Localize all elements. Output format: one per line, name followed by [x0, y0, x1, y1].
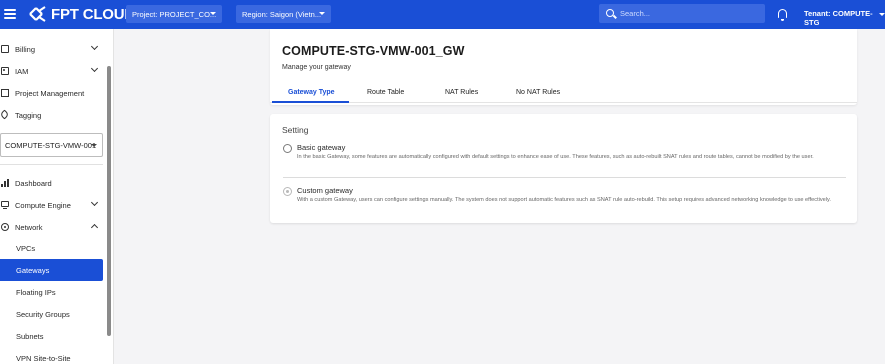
chevron-down-icon — [91, 144, 97, 147]
sidebar-item-gateways[interactable]: Gateways — [0, 259, 103, 281]
sidebar-divider — [0, 164, 103, 165]
fpt-logo-icon — [29, 6, 46, 22]
basic-gateway-radio[interactable] — [283, 144, 292, 153]
sidebar-item-floating-ips[interactable]: Floating IPs — [0, 281, 103, 303]
project-select-label: Project: PROJECT_CO... — [132, 9, 217, 19]
page-subtitle: Manage your gateway — [282, 64, 351, 71]
sidebar-item-dashboard[interactable]: Dashboard — [0, 173, 103, 193]
tab-no-nat-rules[interactable]: No NAT Rules — [516, 89, 560, 96]
tab-bar: Gateway Type Route Table NAT Rules No NA… — [270, 81, 857, 103]
sidebar-item-vpcs[interactable]: VPCs — [0, 237, 103, 259]
billing-icon — [1, 45, 9, 53]
brand-logo[interactable]: FPT CLOUD — [28, 5, 135, 23]
sidebar-item-label: Subnets — [16, 332, 44, 341]
chevron-down-icon — [90, 42, 99, 51]
search-box[interactable] — [599, 4, 765, 23]
sidebar-item-security-groups[interactable]: Security Groups — [0, 303, 103, 325]
option-basic-gateway[interactable]: Basic gateway In the basic Gateway, some… — [283, 142, 848, 176]
search-input[interactable] — [620, 7, 760, 20]
search-icon — [606, 9, 614, 17]
page-title: COMPUTE-STG-VMW-001_GW — [282, 44, 465, 58]
option-description: With a custom Gateway, users can configu… — [297, 197, 831, 203]
gateway-header-card: COMPUTE-STG-VMW-001_GW Manage your gatew… — [270, 29, 857, 105]
chevron-down-icon — [90, 64, 99, 73]
sidebar: Billing IAM Project Management Tagging C… — [0, 29, 114, 364]
project-selector-label: COMPUTE-STG-VMW-001 — [5, 141, 97, 150]
chevron-up-icon — [90, 223, 99, 232]
chevron-down-icon — [319, 12, 325, 15]
option-description: In the basic Gateway, some features are … — [297, 154, 814, 160]
setting-title: Setting — [282, 125, 309, 135]
sidebar-item-label: Tagging — [15, 111, 42, 120]
custom-gateway-radio[interactable] — [283, 187, 292, 196]
sidebar-item-tagging[interactable]: Tagging — [0, 105, 103, 125]
sidebar-item-label: Floating IPs — [16, 288, 56, 297]
option-title: Custom gateway — [297, 186, 353, 195]
brand-name: FPT CLOUD — [51, 5, 136, 23]
sidebar-item-vpn-site-to-site[interactable]: VPN Site-to-Site — [0, 347, 103, 364]
sidebar-item-label: Dashboard — [15, 179, 52, 188]
region-select-label: Region: Saigon (Vietn... — [242, 9, 322, 19]
sidebar-item-label: Network — [15, 223, 43, 232]
tab-gateway-type[interactable]: Gateway Type — [288, 89, 335, 96]
sidebar-item-label: Project Management — [15, 89, 85, 98]
compute-icon — [1, 201, 9, 210]
tenant-selector[interactable]: Tenant: COMPUTE-STG — [804, 9, 885, 27]
sidebar-item-project-management[interactable]: Project Management — [0, 83, 103, 103]
sidebar-item-billing[interactable]: Billing — [0, 39, 103, 59]
sidebar-item-compute-engine[interactable]: Compute Engine — [0, 195, 103, 215]
active-tab-indicator — [272, 101, 349, 103]
sidebar-item-label: Security Groups — [16, 310, 70, 319]
chevron-down-icon[interactable] — [879, 13, 885, 16]
sidebar-item-label: Compute Engine — [15, 201, 71, 210]
sidebar-item-subnets[interactable]: Subnets — [0, 325, 103, 347]
option-title: Basic gateway — [297, 143, 346, 152]
setting-card: Setting Basic gateway In the basic Gatew… — [270, 114, 857, 223]
tab-nat-rules[interactable]: NAT Rules — [445, 89, 478, 96]
project-select[interactable]: Project: PROJECT_CO... — [126, 5, 222, 23]
sidebar-scrollbar[interactable] — [107, 66, 111, 336]
sidebar-item-iam[interactable]: IAM — [0, 61, 103, 81]
network-icon — [1, 223, 9, 231]
chevron-down-icon — [210, 12, 216, 15]
menu-icon[interactable] — [4, 7, 16, 21]
dashboard-icon — [1, 179, 9, 187]
project-icon — [1, 89, 9, 97]
sidebar-item-label: VPCs — [16, 244, 36, 253]
project-selector[interactable]: COMPUTE-STG-VMW-001 — [0, 133, 103, 157]
notification-bell-icon[interactable] — [778, 9, 787, 21]
option-custom-gateway[interactable]: Custom gateway With a custom Gateway, us… — [283, 185, 848, 219]
region-select[interactable]: Region: Saigon (Vietn... — [236, 5, 331, 23]
sidebar-item-label: Gateways — [16, 266, 50, 275]
tag-icon — [0, 109, 10, 120]
option-divider — [283, 177, 846, 178]
sidebar-item-network[interactable]: Network — [0, 217, 103, 237]
sidebar-item-label: Billing — [15, 45, 36, 54]
sidebar-item-label: VPN Site-to-Site — [16, 354, 71, 363]
iam-icon — [1, 67, 9, 75]
sidebar-item-label: IAM — [15, 67, 29, 76]
top-bar: FPT CLOUD Project: PROJECT_CO... Region:… — [0, 0, 885, 29]
chevron-down-icon — [90, 198, 99, 207]
tab-route-table[interactable]: Route Table — [367, 89, 404, 96]
